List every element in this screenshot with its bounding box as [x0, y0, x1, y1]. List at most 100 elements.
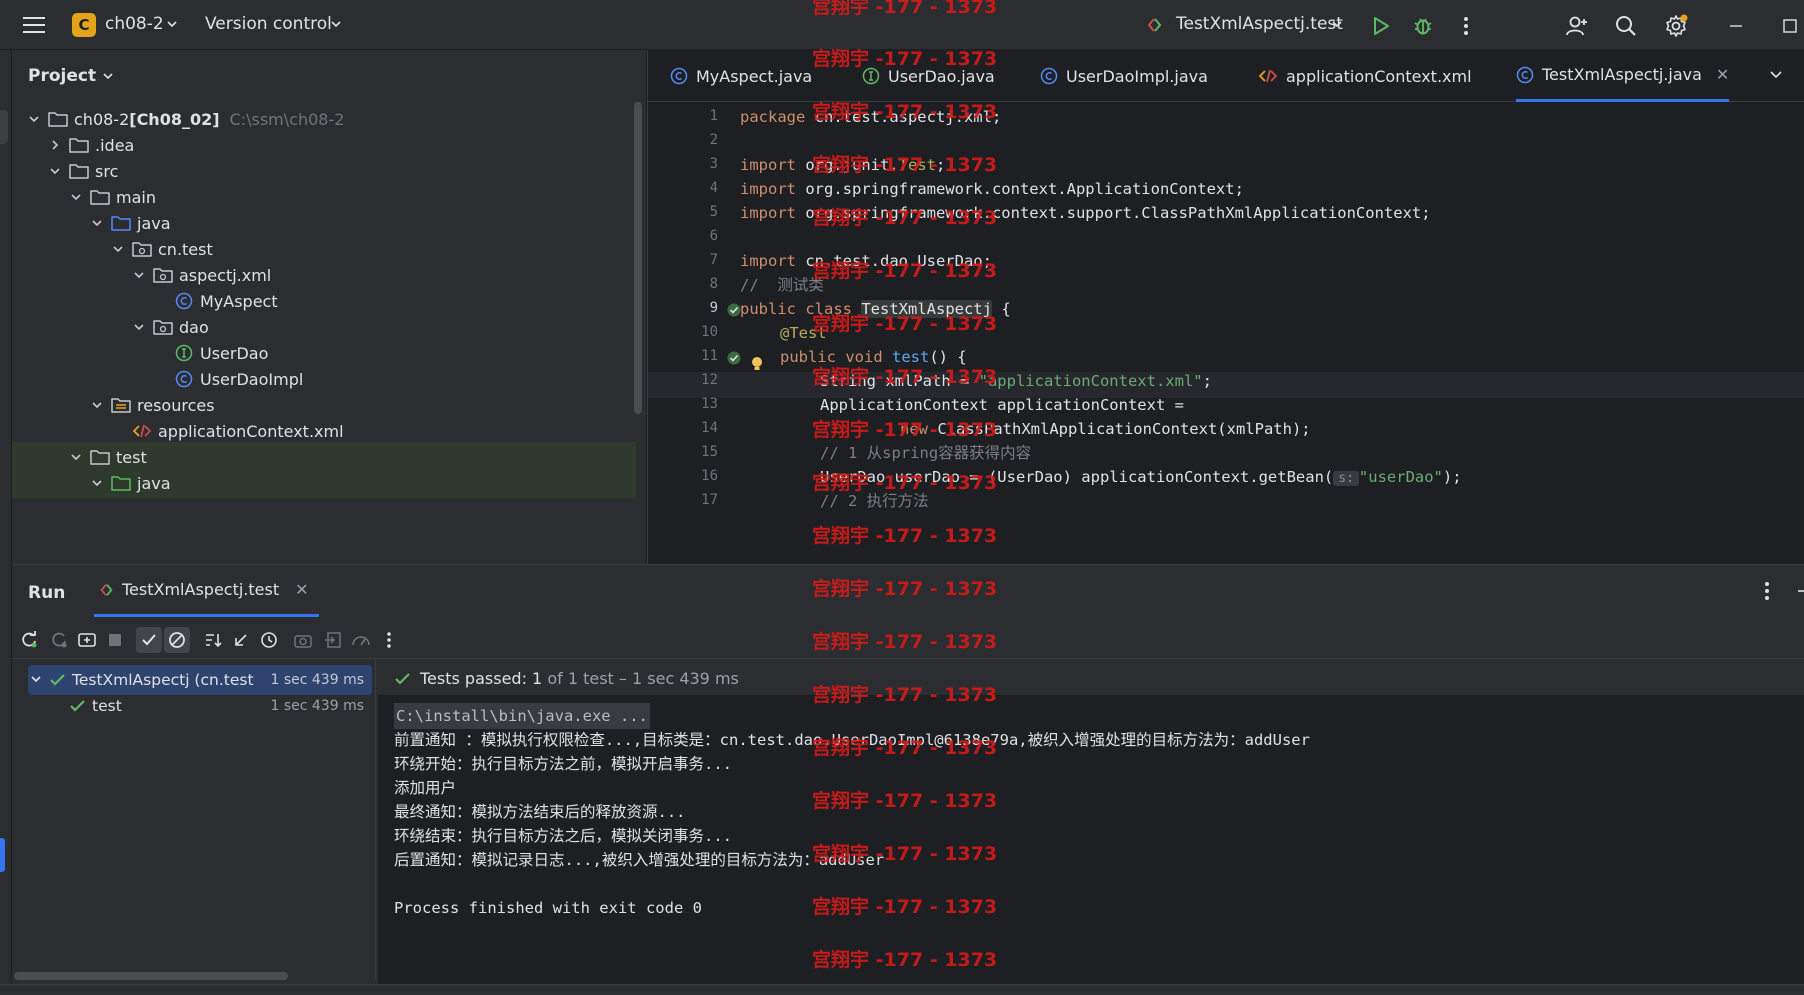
close-icon[interactable]: ✕ [1716, 65, 1729, 84]
chevron-down-icon[interactable] [1768, 66, 1784, 86]
editor-tab[interactable]: applicationContext.xml [1258, 50, 1472, 102]
line-number[interactable]: 17 [648, 492, 718, 508]
editor-tab-label: applicationContext.xml [1286, 66, 1472, 86]
line-number[interactable]: 13 [648, 396, 718, 412]
project-tool-window: Project ch08-2 [Ch08_02] C:\ssm\ch08-2 .id… [12, 50, 646, 564]
run-test-gutter-icon[interactable] [726, 350, 741, 365]
more-actions-icon[interactable] [1456, 13, 1476, 39]
horizontal-scrollbar[interactable] [14, 972, 288, 980]
line-number[interactable]: 9 [648, 300, 718, 316]
chevron-down-icon[interactable] [110, 241, 126, 257]
code-with-me-icon[interactable] [1563, 12, 1591, 40]
test-row-method[interactable]: test 1 sec 439 ms [28, 691, 372, 721]
chevron-down-icon[interactable] [89, 397, 105, 413]
editor-tab[interactable]: TestXmlAspectj.java ✕ [1516, 50, 1730, 102]
line-number[interactable]: 14 [648, 420, 718, 436]
collapse-all-icon[interactable] [228, 627, 254, 653]
line-number[interactable]: 1 [648, 108, 718, 124]
more-actions-icon[interactable] [376, 627, 402, 653]
console-area: Tests passed: 1 of 1 test – 1 sec 439 ms… [378, 659, 1804, 985]
stop-icon[interactable] [102, 627, 128, 653]
folder-icon [90, 188, 110, 206]
folder-icon [48, 110, 68, 128]
line-number[interactable]: 5 [648, 204, 718, 220]
class-icon [670, 67, 688, 85]
run-tool-window-button[interactable] [0, 838, 5, 872]
title-bar: C ch08-2 Version control TestXmlAspectj.… [0, 0, 1804, 50]
toggle-auto-test-icon[interactable] [74, 627, 100, 653]
chevron-down-icon[interactable] [89, 475, 105, 491]
chevron-right-icon[interactable] [47, 137, 63, 153]
line-number[interactable]: 12 [648, 372, 718, 388]
line-number[interactable]: 3 [648, 156, 718, 172]
chevron-down-icon[interactable] [89, 215, 105, 231]
tree-item-label: ch08-2 [74, 109, 130, 129]
interface-icon [862, 67, 880, 85]
tree-item-label: UserDao [200, 343, 269, 363]
line-number[interactable]: 11 [648, 348, 718, 364]
coverage-icon[interactable] [348, 627, 374, 653]
code-area[interactable]: package cn.test.aspectj.xml; import org.… [740, 102, 1800, 564]
source-folder-icon [111, 214, 131, 232]
import-tests-icon[interactable] [320, 627, 346, 653]
version-control-menu[interactable]: Version control [205, 14, 332, 34]
chevron-down-icon[interactable] [166, 16, 178, 34]
run-configuration-selector[interactable]: TestXmlAspectj.test [1176, 14, 1343, 34]
editor-tab[interactable]: UserDaoImpl.java [1040, 50, 1208, 102]
rerun-failed-icon[interactable] [46, 627, 72, 653]
run-icon[interactable] [1368, 13, 1394, 39]
debug-icon[interactable] [1410, 13, 1436, 39]
editor-tab[interactable]: UserDao.java [862, 50, 995, 102]
show-passed-icon[interactable] [136, 627, 162, 653]
line-number[interactable]: 10 [648, 324, 718, 340]
chevron-down-icon[interactable] [26, 111, 42, 127]
tree-item[interactable]: java [12, 468, 636, 498]
run-test-gutter-icon[interactable] [726, 302, 741, 317]
class-icon [1040, 67, 1058, 85]
code-line-8: // 测试类 [740, 276, 824, 294]
tree-item-label: MyAspect [200, 291, 278, 311]
line-number[interactable]: 6 [648, 228, 718, 244]
line-number[interactable]: 7 [648, 252, 718, 268]
line-number[interactable]: 8 [648, 276, 718, 292]
line-number[interactable]: 16 [648, 468, 718, 484]
run-tab-testxmlaspectj[interactable]: TestXmlAspectj.test ✕ [94, 565, 319, 617]
test-method-time: 1 sec 439 ms [270, 698, 364, 714]
hide-panel-icon[interactable] [1796, 581, 1804, 605]
history-icon[interactable] [256, 627, 282, 653]
show-ignored-icon[interactable] [164, 627, 190, 653]
project-name[interactable]: ch08-2 [105, 14, 164, 34]
chevron-down-icon[interactable] [131, 319, 147, 335]
settings-gear-icon[interactable] [1662, 12, 1690, 40]
project-view-selector[interactable]: Project [28, 66, 114, 86]
console-line[interactable]: C:\install\bin\java.exe ... [394, 703, 650, 729]
console-output[interactable]: C:\install\bin\java.exe ... 前置通知 ：模拟执行权限… [378, 695, 1804, 985]
minimize-window-icon[interactable] [1722, 12, 1750, 40]
project-badge[interactable]: C [72, 13, 96, 37]
project-tool-window-button[interactable] [0, 110, 8, 144]
lightbulb-icon[interactable] [750, 356, 764, 376]
chevron-down-icon[interactable] [68, 189, 84, 205]
chevron-down-icon[interactable] [131, 267, 147, 283]
line-number[interactable]: 2 [648, 132, 718, 148]
chevron-down-icon[interactable] [47, 163, 63, 179]
line-number[interactable]: 15 [648, 444, 718, 460]
main-menu-icon[interactable] [22, 13, 46, 37]
project-scrollbar[interactable] [634, 102, 642, 414]
chevron-down-icon[interactable] [68, 449, 84, 465]
line-number[interactable]: 4 [648, 180, 718, 196]
project-header-label: Project [28, 66, 97, 86]
chevron-down-icon[interactable] [1331, 16, 1343, 34]
editor-tab[interactable]: MyAspect.java [670, 50, 812, 102]
search-icon[interactable] [1612, 12, 1640, 40]
chevron-down-icon[interactable] [330, 16, 342, 34]
run-tab-label: TestXmlAspectj.test [122, 580, 280, 599]
maximize-window-icon[interactable] [1776, 12, 1804, 40]
project-path: C:\ssm\ch08-2 [229, 109, 345, 129]
sort-icon[interactable] [200, 627, 226, 653]
rerun-icon[interactable] [16, 627, 42, 653]
more-actions-icon[interactable] [1764, 581, 1770, 605]
close-icon[interactable]: ✕ [295, 580, 308, 599]
screenshot-icon[interactable] [290, 627, 316, 653]
